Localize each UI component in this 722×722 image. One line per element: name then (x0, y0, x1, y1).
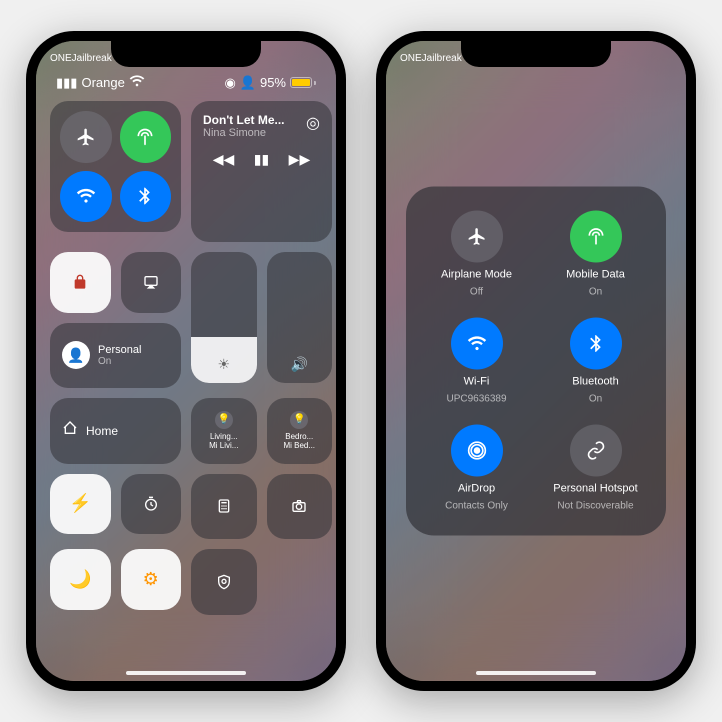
dnd-toggle[interactable]: 🌙 (50, 549, 111, 610)
control-center: Don't Let Me... Nina Simone ◎ ◀◀ ▮▮ ▶▶ (50, 101, 322, 661)
bluetooth-toggle[interactable] (120, 171, 172, 223)
prev-button[interactable]: ◀◀ (213, 151, 235, 168)
media-artist: Nina Simone (203, 127, 285, 139)
carrier-label: Orange (81, 75, 124, 90)
brightness-icon: ☀ (217, 356, 230, 373)
shield-button[interactable] (191, 549, 257, 615)
home-tile[interactable]: Home (50, 398, 181, 464)
home-indicator[interactable] (476, 671, 596, 675)
hotspot-item[interactable]: Personal Hotspot Not Discoverable (541, 425, 650, 512)
pause-button[interactable]: ▮▮ (254, 151, 269, 168)
device-bedroom[interactable]: 💡 Bedro... Mi Bed... (267, 398, 333, 464)
wifi-icon (129, 73, 145, 92)
bluetooth-item[interactable]: Bluetooth On (541, 318, 650, 405)
device-sub: Mi Bed... (283, 442, 315, 451)
person-icon: 👤 (240, 75, 256, 91)
airplay-icon[interactable]: ◎ (306, 113, 320, 133)
battery-pct: 95% (260, 75, 286, 90)
airplane-item[interactable]: Airplane Mode Off (422, 211, 531, 298)
timer-button[interactable] (121, 474, 182, 535)
home-indicator[interactable] (126, 671, 246, 675)
device-sub: Mi Livi... (209, 442, 238, 451)
bulb-icon: 💡 (215, 411, 233, 429)
wifi-icon (451, 318, 503, 370)
mobile-data-toggle[interactable] (120, 111, 172, 163)
notch (111, 41, 261, 67)
watermark-label: ONEJailbreak (50, 53, 112, 64)
phone-right: ONEJailbreak Airplane Mode Off Mobile Da… (376, 31, 696, 691)
focus-status: On (98, 356, 141, 367)
next-button[interactable]: ▶▶ (289, 151, 311, 168)
person-icon: 👤 (62, 341, 90, 369)
screen-mirror-button[interactable] (121, 252, 182, 313)
device-living[interactable]: 💡 Living... Mi Livi... (191, 398, 257, 464)
calculator-button[interactable] (191, 474, 257, 540)
volume-icon: 🔊 (291, 356, 308, 373)
watermark-label: ONEJailbreak (400, 53, 462, 64)
mobile-data-item[interactable]: Mobile Data On (541, 211, 650, 298)
status-bar: ▮▮▮ Orange ◉ 👤 95% (36, 73, 336, 92)
low-power-toggle[interactable]: ⚙ (121, 549, 182, 610)
battery-icon (290, 77, 316, 88)
media-tile[interactable]: Don't Let Me... Nina Simone ◎ ◀◀ ▮▮ ▶▶ (191, 101, 332, 242)
home-icon (62, 420, 78, 441)
screen: ONEJailbreak ▮▮▮ Orange ◉ 👤 95% (36, 41, 336, 681)
focus-label: Personal (98, 344, 141, 356)
signal-icon: ▮▮▮ (56, 75, 77, 91)
airdrop-icon (451, 425, 503, 477)
brightness-slider[interactable]: ☀ (191, 252, 257, 383)
airplane-toggle[interactable] (60, 111, 112, 163)
connectivity-tile[interactable] (50, 101, 181, 232)
orientation-lock-toggle[interactable] (50, 252, 111, 313)
phone-left: ONEJailbreak ▮▮▮ Orange ◉ 👤 95% (26, 31, 346, 691)
airdrop-item[interactable]: AirDrop Contacts Only (422, 425, 531, 512)
camera-button[interactable] (267, 474, 333, 540)
screen: ONEJailbreak Airplane Mode Off Mobile Da… (386, 41, 686, 681)
focus-tile[interactable]: 👤 Personal On (50, 323, 181, 389)
flashlight-toggle[interactable]: ⚡ (50, 474, 111, 535)
home-label: Home (86, 424, 118, 438)
bulb-icon: 💡 (290, 411, 308, 429)
link-icon (570, 425, 622, 477)
notch (461, 41, 611, 67)
airplane-icon (451, 211, 503, 263)
media-title: Don't Let Me... (203, 113, 285, 127)
connectivity-expanded: Airplane Mode Off Mobile Data On Wi-Fi U… (406, 187, 666, 536)
focus-indicator-icon: ◉ (224, 75, 235, 91)
volume-slider[interactable]: 🔊 (267, 252, 333, 383)
wifi-item[interactable]: Wi-Fi UPC9636389 (422, 318, 531, 405)
wifi-toggle[interactable] (60, 171, 112, 223)
antenna-icon (570, 211, 622, 263)
bluetooth-icon (570, 318, 622, 370)
